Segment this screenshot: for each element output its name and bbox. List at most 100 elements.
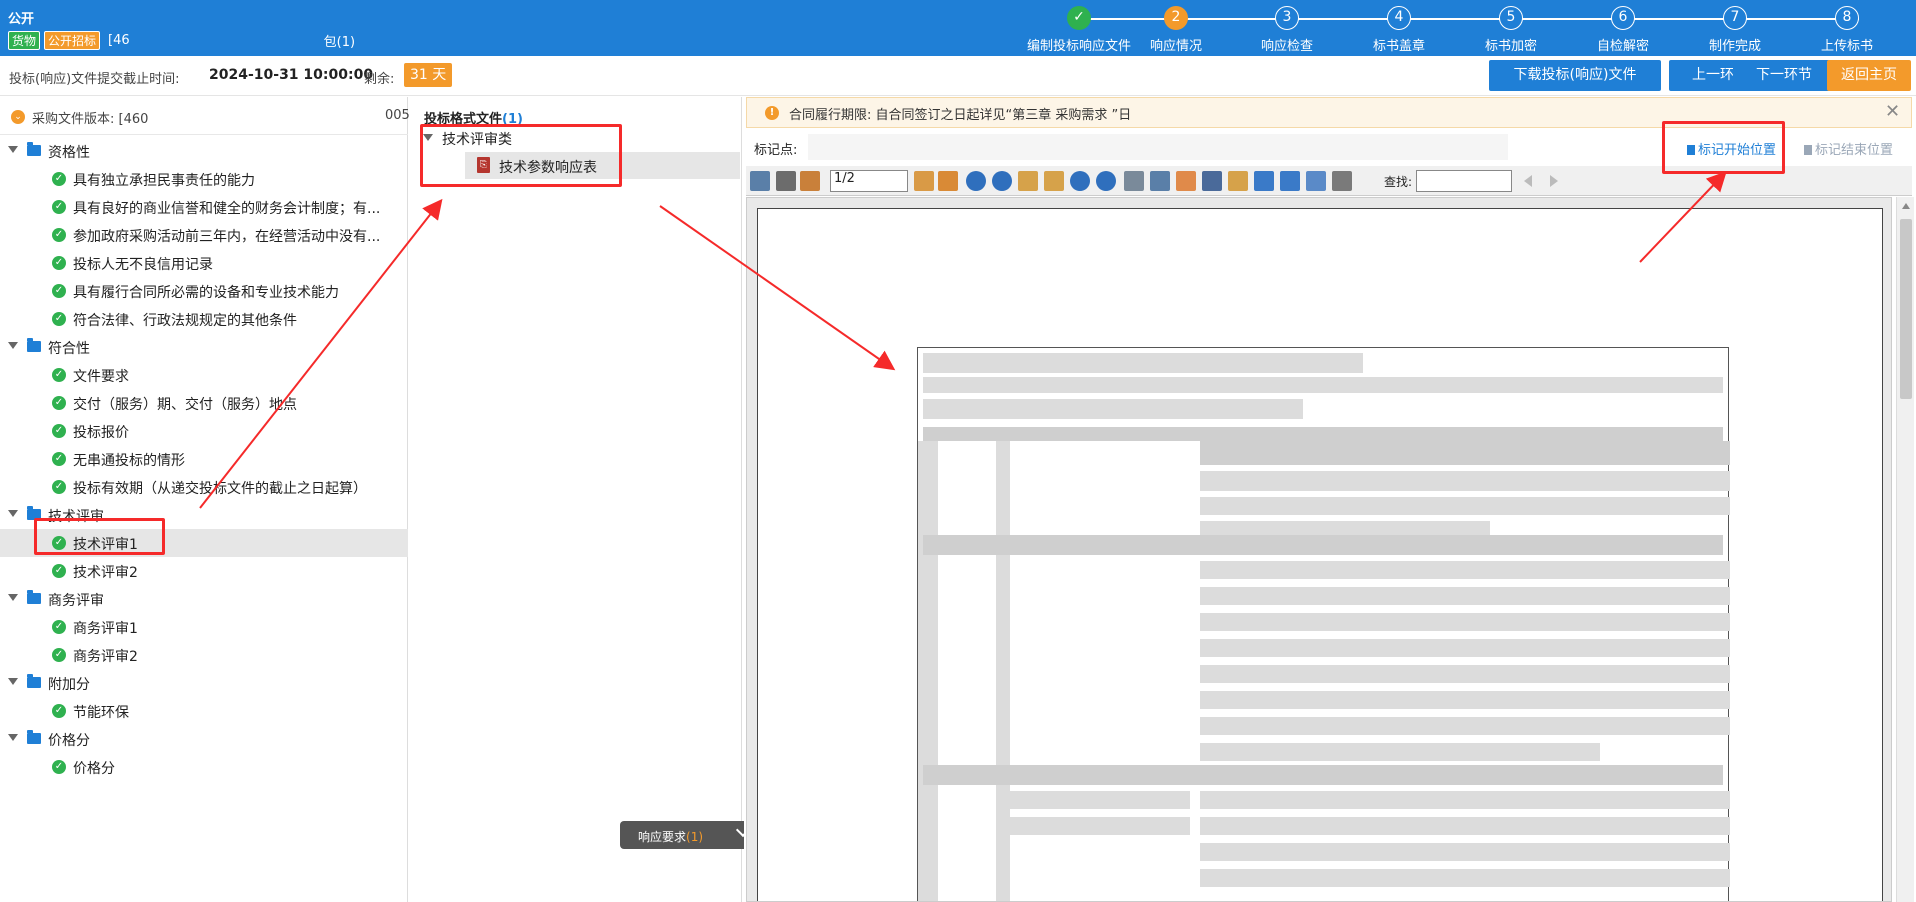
tree-item[interactable]: ✓ 技术评审2 xyxy=(0,557,408,585)
step-7[interactable]: 7 制作完成 xyxy=(1670,6,1800,54)
tree-item[interactable]: ✓ 投标人无不良信用记录 xyxy=(0,249,408,277)
tree-item[interactable]: ✓ 商务评审2 xyxy=(0,641,408,669)
sidebar-toggle-icon[interactable] xyxy=(750,171,770,191)
prev-page-icon[interactable] xyxy=(966,171,986,191)
mark-point-field[interactable] xyxy=(808,134,1508,160)
tree-group-label: 商务评审 xyxy=(48,593,104,609)
check-circle-icon: ✓ xyxy=(52,452,66,466)
step-label: 制作完成 xyxy=(1708,39,1761,54)
print-icon[interactable] xyxy=(776,171,796,191)
mark-end-button[interactable]: 标记结束位置 xyxy=(1804,139,1893,158)
step-8[interactable]: 8 上传标书 xyxy=(1782,6,1912,54)
first-page-icon[interactable] xyxy=(914,171,934,191)
redacted-text xyxy=(923,427,1723,441)
find-prev-icon[interactable] xyxy=(1524,175,1532,187)
tree-item[interactable]: ✓ 具有独立承担民事责任的能力 xyxy=(0,165,408,193)
tree-item[interactable]: ✓ 价格分 xyxy=(0,753,408,781)
find-input[interactable] xyxy=(1416,170,1512,192)
zoom-out-icon[interactable] xyxy=(1096,171,1116,191)
close-icon[interactable]: ✕ xyxy=(1885,101,1900,122)
highlight-box-technical-review xyxy=(34,518,165,555)
tree-item[interactable]: ✓ 无串通投标的情形 xyxy=(0,445,408,473)
document-icon[interactable] xyxy=(1306,171,1326,191)
tree-item[interactable]: ✓ 投标报价 xyxy=(0,417,408,445)
tree-item[interactable]: ✓ 交付（服务）期、交付（服务）地点 xyxy=(0,389,408,417)
select-tool-icon[interactable] xyxy=(1202,171,1222,191)
tree-item[interactable]: ✓ 商务评审1 xyxy=(0,613,408,641)
redacted-text xyxy=(1200,869,1730,887)
tree-item[interactable]: ✓ 文件要求 xyxy=(0,361,408,389)
step-label: 上传标书 xyxy=(1820,39,1873,54)
zoom-in-icon[interactable] xyxy=(1070,171,1090,191)
caret-down-icon[interactable] xyxy=(8,146,18,153)
tree-item[interactable]: ✓ 符合法律、行政法规规定的其他条件 xyxy=(0,305,408,333)
next-step-button[interactable]: 下一环节 xyxy=(1733,60,1835,91)
back-home-button[interactable]: 返回主页 xyxy=(1827,60,1911,91)
scrollbar-thumb[interactable] xyxy=(1900,219,1912,399)
redacted-text xyxy=(1200,471,1730,491)
step-6[interactable]: 6 自检解密 xyxy=(1558,6,1688,54)
deadline-label: 投标(响应)文件提交截止时间: xyxy=(9,72,180,87)
tree-item[interactable]: ✓ 投标有效期（从递交投标文件的截止之日起算） xyxy=(0,473,408,501)
document-version-row: ⌄ 采购文件版本: [460 005 xyxy=(0,97,410,135)
step-4[interactable]: 4 标书盖章 xyxy=(1334,6,1464,54)
caret-down-icon[interactable] xyxy=(8,594,18,601)
redacted-text xyxy=(1010,791,1190,809)
tree-group-bonus[interactable]: 附加分 xyxy=(0,669,408,697)
last-page-icon[interactable] xyxy=(938,171,958,191)
save-icon[interactable] xyxy=(800,171,820,191)
tree-item[interactable]: ✓ 参加政府采购活动前三年内，在经营活动中没有... xyxy=(0,221,408,249)
check-circle-icon: ✓ xyxy=(52,704,66,718)
tree-item-label: 价格分 xyxy=(73,761,115,777)
step-5[interactable]: 5 标书加密 xyxy=(1446,6,1576,54)
download-response-button[interactable]: 下载投标(响应)文件 xyxy=(1489,60,1661,91)
tree-item[interactable]: ✓ 具有履行合同所必需的设备和专业技术能力 xyxy=(0,277,408,305)
scroll-up-icon[interactable] xyxy=(1902,203,1910,209)
tree-group-qualification[interactable]: 资格性 xyxy=(0,137,408,165)
check-circle-icon: ✓ xyxy=(52,312,66,326)
app-header: 公开 货物 公开招标 [46 包(1) ✓ 编制投标响应文件 2 响应情况 3 … xyxy=(0,0,1916,56)
caret-down-icon[interactable] xyxy=(8,510,18,517)
find-next-icon[interactable] xyxy=(1550,175,1558,187)
project-code: [46 xyxy=(108,33,130,48)
format-files-panel: 投标格式文件(1) 技术评审类 ⎘ 技术参数响应表 响应要求(1) xyxy=(410,97,770,902)
tree-item[interactable]: ✓ 具有良好的商业信誉和健全的财务会计制度；有... xyxy=(0,193,408,221)
tree-group-price[interactable]: 价格分 xyxy=(0,725,408,753)
scroll-mode-icon[interactable] xyxy=(1332,171,1352,191)
viewer-scrollbar[interactable] xyxy=(1896,197,1914,902)
folder-icon xyxy=(27,590,41,604)
check-circle-icon: ✓ xyxy=(52,424,66,438)
magnifier-minus-icon[interactable] xyxy=(1280,171,1300,191)
magnifier-plus-icon[interactable] xyxy=(1254,171,1274,191)
fit-page-icon[interactable] xyxy=(1150,171,1170,191)
caret-down-icon[interactable] xyxy=(8,734,18,741)
next-page-icon[interactable] xyxy=(992,171,1012,191)
tree-item[interactable]: ✓ 节能环保 xyxy=(0,697,408,725)
warning-icon: ! xyxy=(765,106,779,120)
rotate-left-icon[interactable] xyxy=(1018,171,1038,191)
tree-item-label: 具有独立承担民事责任的能力 xyxy=(73,173,255,189)
pdf-canvas[interactable] xyxy=(746,197,1892,902)
tag-open-tender: 公开招标 xyxy=(44,31,101,50)
fit-width-icon[interactable] xyxy=(1124,171,1144,191)
folder-icon xyxy=(27,674,41,688)
caret-down-icon[interactable] xyxy=(8,678,18,685)
criteria-panel: ⌄ 采购文件版本: [460 005 资格性 ✓ 具有独立承担民事责任的能力 ✓ 具… xyxy=(0,97,410,902)
rotate-right-icon[interactable] xyxy=(1044,171,1064,191)
tree-item-label: 商务评审1 xyxy=(73,621,138,637)
flag-icon xyxy=(1804,145,1812,155)
tree-group-conformity[interactable]: 符合性 xyxy=(0,333,408,361)
annotate-icon[interactable] xyxy=(1228,171,1248,191)
redacted-text xyxy=(923,353,1363,373)
page-number-input[interactable]: 1/2 xyxy=(830,170,908,192)
tree-group-label: 附加分 xyxy=(48,677,90,693)
tree-group-commercial[interactable]: 商务评审 xyxy=(0,585,408,613)
tree-group-label: 价格分 xyxy=(48,733,90,749)
caret-down-icon[interactable] xyxy=(8,342,18,349)
chevron-down-icon[interactable]: ⌄ xyxy=(11,110,25,124)
document-version-label: 采购文件版本: [460 xyxy=(32,112,149,127)
tag-goods: 货物 xyxy=(8,31,41,50)
step-3[interactable]: 3 响应检查 xyxy=(1222,6,1352,54)
step-label: 标书盖章 xyxy=(1372,39,1425,54)
hand-tool-icon[interactable] xyxy=(1176,171,1196,191)
